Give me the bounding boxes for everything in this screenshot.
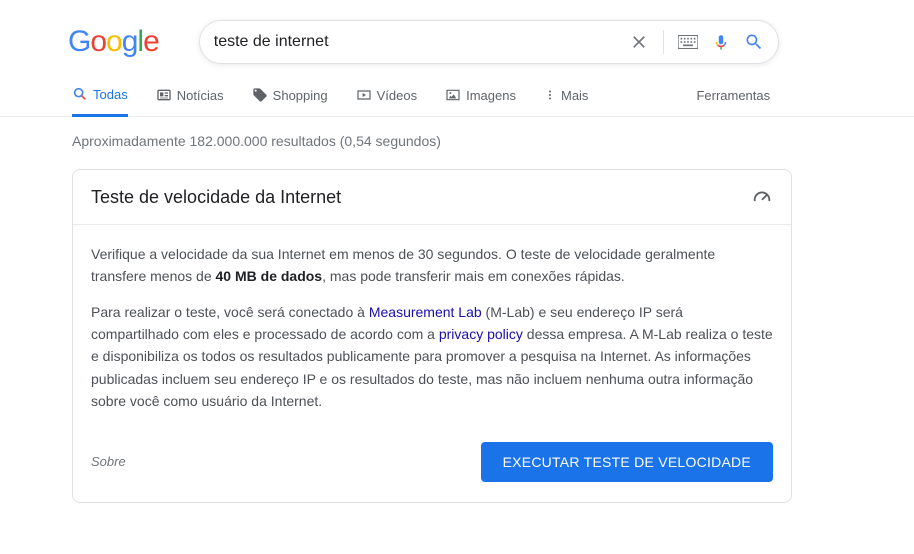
shopping-icon xyxy=(252,87,268,103)
speed-test-card: Teste de velocidade da Internet Verifiqu… xyxy=(72,169,792,503)
card-paragraph-1: Verifique a velocidade da sua Internet e… xyxy=(91,243,773,287)
run-speed-test-button[interactable]: EXECUTAR TESTE DE VELOCIDADE xyxy=(481,442,773,482)
tab-label: Todas xyxy=(93,87,128,102)
voice-search-icon[interactable] xyxy=(712,30,730,54)
video-icon xyxy=(356,87,372,103)
search-input[interactable] xyxy=(214,33,629,51)
keyboard-icon[interactable] xyxy=(678,35,698,49)
search-small-icon xyxy=(72,86,88,102)
tab-shopping[interactable]: Shopping xyxy=(252,87,328,115)
speed-icon xyxy=(751,186,773,208)
tab-label: Shopping xyxy=(273,88,328,103)
search-icon[interactable] xyxy=(744,32,764,52)
card-paragraph-2: Para realizar o teste, você será conecta… xyxy=(91,301,773,412)
image-icon xyxy=(445,87,461,103)
tab-more[interactable]: Mais xyxy=(544,87,588,115)
tools-button[interactable]: Ferramentas xyxy=(696,88,770,115)
tab-news[interactable]: Notícias xyxy=(156,87,224,115)
tab-label: Imagens xyxy=(466,88,516,103)
tab-images[interactable]: Imagens xyxy=(445,87,516,115)
search-bar xyxy=(199,20,779,64)
tab-label: Mais xyxy=(561,88,588,103)
tab-label: Vídeos xyxy=(377,88,417,103)
more-icon xyxy=(544,87,556,103)
result-stats: Aproximadamente 182.000.000 resultados (… xyxy=(0,117,914,149)
news-icon xyxy=(156,87,172,103)
tab-all[interactable]: Todas xyxy=(72,86,128,117)
tab-label: Notícias xyxy=(177,88,224,103)
measurement-lab-link[interactable]: Measurement Lab xyxy=(369,304,482,320)
divider xyxy=(663,30,664,54)
tab-videos[interactable]: Vídeos xyxy=(356,87,417,115)
search-tabs: Todas Notícias Shopping Vídeos Imagens M… xyxy=(0,86,914,117)
card-title: Teste de velocidade da Internet xyxy=(91,187,341,208)
google-logo[interactable]: Google xyxy=(68,25,159,59)
privacy-policy-link[interactable]: privacy policy xyxy=(439,326,523,342)
about-link[interactable]: Sobre xyxy=(91,454,126,469)
clear-icon[interactable] xyxy=(629,32,649,52)
